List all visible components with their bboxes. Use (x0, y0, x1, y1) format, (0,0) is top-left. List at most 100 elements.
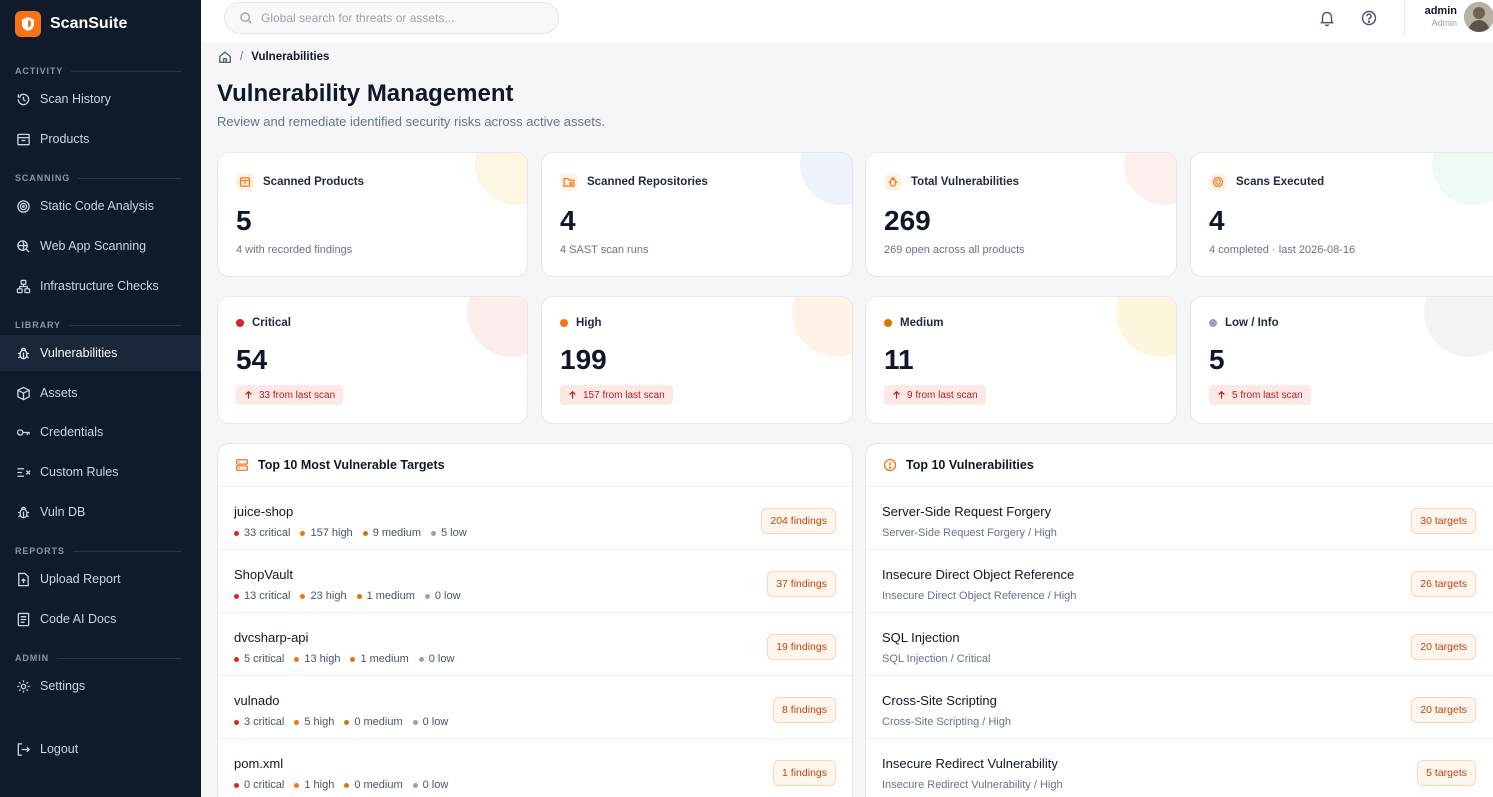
bug-icon (884, 173, 902, 191)
sidebar-item-label: Upload Report (40, 572, 121, 586)
severity-delta: 157 from last scan (560, 385, 673, 405)
breadcrumb-current: Vulnerabilities (251, 51, 330, 63)
table-row[interactable]: pom.xml 0 critical 1 high 0 medium 0 low… (218, 739, 852, 797)
table-row[interactable]: dvcsharp-api 5 critical 13 high 1 medium… (218, 613, 852, 676)
sidebar-item-code-ai-docs[interactable]: Code AI Docs (0, 601, 201, 637)
stat-label: Scans Executed (1236, 176, 1325, 188)
stat-note: 4 completed · last 2026-08-16 (1209, 244, 1356, 256)
top-vulnerabilities-panel: Top 10 Vulnerabilities Server-Side Reque… (865, 443, 1493, 797)
table-row[interactable]: Cross-Site Scripting Cross-Site Scriptin… (866, 676, 1493, 739)
section-scanning: SCANNING (15, 173, 181, 183)
vulnerability-category: Insecure Redirect Vulnerability / High (882, 779, 1063, 791)
sidebar-item-settings[interactable]: Settings (0, 668, 201, 704)
user-menu[interactable]: admin Admin (1404, 0, 1457, 36)
sidebar-item-custom-rules[interactable]: Custom Rules (0, 454, 201, 490)
sidebar-item-web-app-scanning[interactable]: Web App Scanning (0, 228, 201, 264)
stat-note: 269 open across all products (884, 244, 1025, 256)
target-name: juice-shop (234, 504, 294, 519)
help-icon[interactable] (1360, 9, 1378, 27)
sidebar-item-credentials[interactable]: Credentials (0, 414, 201, 450)
stat-value: 5 (236, 205, 252, 236)
stat-value: 4 (560, 205, 576, 236)
panel-header: Top 10 Vulnerabilities (866, 444, 1493, 487)
sidebar-item-logout[interactable]: Logout (0, 731, 201, 767)
arrow-up-icon (1218, 390, 1225, 399)
sidebar: ScanSuite ACTIVITY Scan History Products… (0, 0, 201, 797)
vulnerability-name: Insecure Direct Object Reference (882, 567, 1075, 582)
arrow-up-icon (569, 390, 576, 399)
breadcrumb: / Vulnerabilities (218, 50, 329, 64)
severity-label: Low / Info (1225, 317, 1279, 329)
severity-breakdown: 5 critical 13 high 1 medium 0 low (234, 653, 464, 665)
upload-file-icon (18, 572, 29, 586)
folder-git-icon (560, 173, 578, 191)
sidebar-item-upload-report[interactable]: Upload Report (0, 561, 201, 597)
table-row[interactable]: Server-Side Request Forgery Server-Side … (866, 487, 1493, 550)
document-icon (17, 612, 30, 626)
rules-icon (17, 467, 31, 477)
table-row[interactable]: Insecure Direct Object Reference Insecur… (866, 550, 1493, 613)
medium-dot-icon (884, 319, 892, 327)
page-title: Vulnerability Management (217, 80, 514, 107)
target-name: pom.xml (234, 756, 284, 771)
breadcrumb-separator: / (240, 51, 244, 63)
sidebar-item-vulnerabilities[interactable]: Vulnerabilities (0, 335, 201, 371)
table-row[interactable]: SQL Injection SQL Injection / Critical 2… (866, 613, 1493, 676)
section-reports: REPORTS (15, 546, 181, 556)
target-name: ShopVault (234, 567, 294, 582)
sidebar-item-static-code-analysis[interactable]: Static Code Analysis (0, 188, 201, 224)
table-row[interactable]: Insecure Redirect Vulnerability Insecure… (866, 739, 1493, 797)
sidebar-item-products[interactable]: Products (0, 121, 201, 157)
panel-header: Top 10 Most Vulnerable Targets (218, 444, 852, 487)
severity-breakdown: 13 critical 23 high 1 medium 0 low (234, 590, 471, 602)
stat-label: Scanned Repositories (587, 176, 708, 188)
targets-badge: 20 targets (1411, 634, 1476, 660)
targets-badge: 26 targets (1411, 571, 1476, 597)
findings-badge: 19 findings (767, 634, 836, 660)
home-icon[interactable] (218, 50, 232, 64)
sidebar-item-infrastructure-checks[interactable]: Infrastructure Checks (0, 268, 201, 304)
sidebar-item-label: Web App Scanning (40, 239, 147, 253)
archive-icon (17, 133, 30, 145)
card-decoration (1116, 297, 1176, 357)
global-search-input[interactable]: Global search for threats or assets... (224, 2, 559, 34)
section-activity: ACTIVITY (15, 66, 181, 76)
targets-badge: 20 targets (1411, 697, 1476, 723)
severity-breakdown: 0 critical 1 high 0 medium 0 low (234, 779, 458, 791)
bug-icon (17, 506, 30, 518)
stat-label: Scanned Products (263, 176, 364, 188)
table-row[interactable]: juice-shop 33 critical 157 high 9 medium… (218, 487, 852, 550)
server-icon (236, 459, 248, 471)
gear-icon (17, 679, 30, 693)
card-decoration (1124, 153, 1176, 205)
sidebar-item-label: Vuln DB (40, 505, 86, 519)
sidebar-item-assets[interactable]: Assets (0, 375, 201, 411)
severity-card-high: High 199 157 from last scan (541, 296, 853, 424)
severity-label: Medium (900, 317, 944, 329)
section-admin: ADMIN (15, 653, 181, 663)
table-row[interactable]: vulnado 3 critical 5 high 0 medium 0 low… (218, 676, 852, 739)
stat-label: Total Vulnerabilities (911, 176, 1019, 188)
avatar[interactable] (1464, 2, 1493, 32)
target-name: dvcsharp-api (234, 630, 309, 645)
brand[interactable]: ScanSuite (15, 10, 127, 38)
vulnerability-category: Insecure Direct Object Reference / High (882, 590, 1077, 602)
vulnerability-name: SQL Injection (882, 630, 960, 645)
sidebar-item-label: Vulnerabilities (40, 346, 118, 360)
target-icon (17, 199, 30, 213)
severity-value: 199 (560, 344, 607, 375)
user-name: admin (1424, 5, 1457, 17)
sidebar-item-vuln-db[interactable]: Vuln DB (0, 494, 201, 530)
card-decoration (1432, 153, 1493, 205)
panel-title: Top 10 Most Vulnerable Targets (258, 458, 445, 472)
stat-card-scanned-products: Scanned Products 5 4 with recorded findi… (217, 152, 528, 277)
archive-icon (236, 173, 254, 191)
bell-icon[interactable] (1318, 9, 1336, 27)
sidebar-item-label: Static Code Analysis (40, 199, 154, 213)
sidebar-item-label: Infrastructure Checks (40, 279, 159, 293)
sidebar-item-scan-history[interactable]: Scan History (0, 81, 201, 117)
table-row[interactable]: ShopVault 13 critical 23 high 1 medium 0… (218, 550, 852, 613)
card-decoration (475, 153, 527, 205)
card-decoration (467, 297, 527, 357)
globe-search-icon (17, 239, 30, 253)
